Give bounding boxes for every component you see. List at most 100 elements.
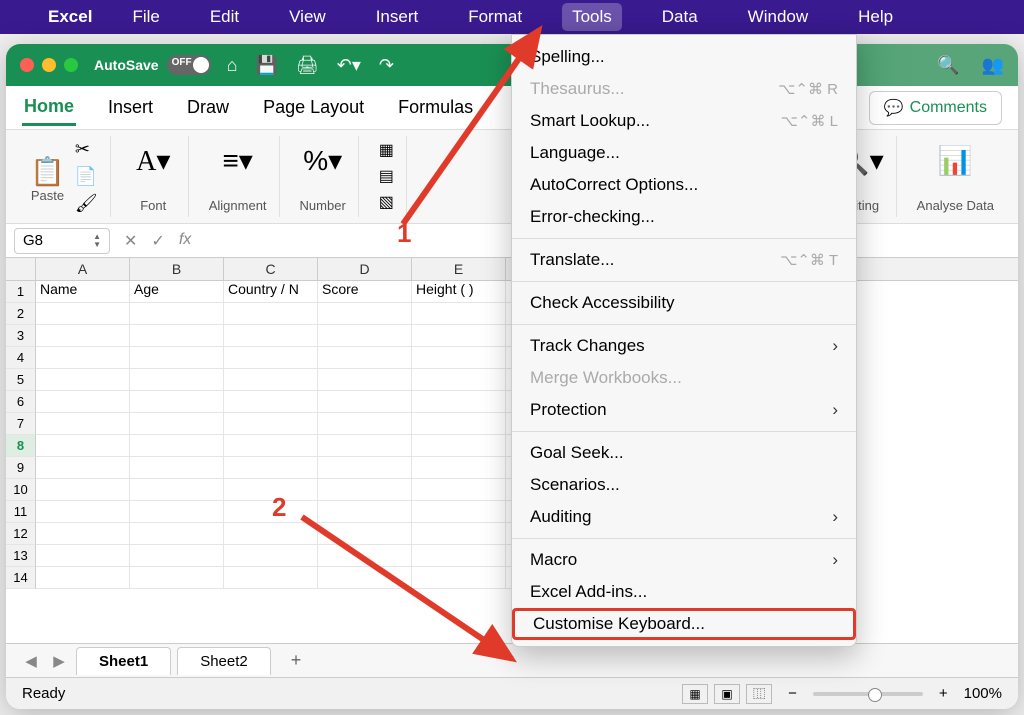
maximize-button[interactable]: [64, 58, 78, 72]
col-header-E[interactable]: E: [412, 258, 506, 280]
menu-item-scenarios[interactable]: Scenarios...: [512, 469, 856, 501]
view-break-icon[interactable]: ⿲: [746, 684, 772, 704]
enter-icon[interactable]: ✓: [151, 231, 164, 251]
conditional-formatting-icon[interactable]: ▦: [379, 140, 394, 160]
cell-D14[interactable]: [318, 567, 412, 589]
cell-A4[interactable]: [36, 347, 130, 369]
cell-D11[interactable]: [318, 501, 412, 523]
cell-B3[interactable]: [130, 325, 224, 347]
cell-E12[interactable]: [412, 523, 506, 545]
name-box[interactable]: G8 ▲▼: [14, 228, 110, 254]
minimize-button[interactable]: [42, 58, 56, 72]
row-header-4[interactable]: 4: [6, 347, 36, 369]
cell-A12[interactable]: [36, 523, 130, 545]
cell-A13[interactable]: [36, 545, 130, 567]
menu-item-excel-add-ins[interactable]: Excel Add-ins...: [512, 576, 856, 608]
cell-E1[interactable]: Height ( ): [412, 281, 506, 303]
analyse-icon[interactable]: 📊: [938, 144, 973, 177]
menu-item-error-checking[interactable]: Error-checking...: [512, 201, 856, 233]
menu-edit[interactable]: Edit: [200, 3, 249, 31]
cell-B4[interactable]: [130, 347, 224, 369]
cell-E8[interactable]: [412, 435, 506, 457]
tab-home[interactable]: Home: [22, 90, 76, 126]
row-header-14[interactable]: 14: [6, 567, 36, 589]
search-icon[interactable]: 🔍: [937, 55, 959, 76]
menu-item-track-changes[interactable]: Track Changes›: [512, 330, 856, 362]
menu-item-check-accessibility[interactable]: Check Accessibility: [512, 287, 856, 319]
menu-data[interactable]: Data: [652, 3, 708, 31]
cell-C3[interactable]: [224, 325, 318, 347]
autosave-switch[interactable]: OFF: [167, 55, 211, 75]
cell-C5[interactable]: [224, 369, 318, 391]
cell-A1[interactable]: Name: [36, 281, 130, 303]
menu-item-protection[interactable]: Protection›: [512, 394, 856, 426]
cell-D4[interactable]: [318, 347, 412, 369]
cell-C11[interactable]: [224, 501, 318, 523]
menu-window[interactable]: Window: [738, 3, 818, 31]
close-button[interactable]: [20, 58, 34, 72]
cell-D8[interactable]: [318, 435, 412, 457]
cell-C9[interactable]: [224, 457, 318, 479]
number-icon[interactable]: %▾: [303, 144, 342, 177]
cell-D6[interactable]: [318, 391, 412, 413]
sheet-prev-icon[interactable]: ◀: [20, 652, 42, 670]
cell-C12[interactable]: [224, 523, 318, 545]
row-header-7[interactable]: 7: [6, 413, 36, 435]
cell-B10[interactable]: [130, 479, 224, 501]
cell-A3[interactable]: [36, 325, 130, 347]
cell-C7[interactable]: [224, 413, 318, 435]
menu-item-macro[interactable]: Macro›: [512, 544, 856, 576]
menu-item-auditing[interactable]: Auditing›: [512, 501, 856, 533]
row-header-3[interactable]: 3: [6, 325, 36, 347]
cell-A9[interactable]: [36, 457, 130, 479]
cell-C6[interactable]: [224, 391, 318, 413]
tab-draw[interactable]: Draw: [185, 91, 231, 124]
save-icon[interactable]: 💾: [255, 55, 277, 76]
menu-insert[interactable]: Insert: [366, 3, 429, 31]
row-header-12[interactable]: 12: [6, 523, 36, 545]
cell-D5[interactable]: [318, 369, 412, 391]
cell-C1[interactable]: Country / N: [224, 281, 318, 303]
cell-A2[interactable]: [36, 303, 130, 325]
app-name[interactable]: Excel: [48, 7, 92, 27]
cell-E13[interactable]: [412, 545, 506, 567]
cell-E9[interactable]: [412, 457, 506, 479]
cell-C2[interactable]: [224, 303, 318, 325]
print-icon[interactable]: 🖨: [296, 55, 319, 76]
row-header-11[interactable]: 11: [6, 501, 36, 523]
cell-E3[interactable]: [412, 325, 506, 347]
redo-icon[interactable]: ↷: [379, 55, 394, 76]
cell-B6[interactable]: [130, 391, 224, 413]
view-normal-icon[interactable]: ▦: [682, 684, 708, 704]
cell-E4[interactable]: [412, 347, 506, 369]
row-header-5[interactable]: 5: [6, 369, 36, 391]
cell-C10[interactable]: [224, 479, 318, 501]
cell-A11[interactable]: [36, 501, 130, 523]
cell-D10[interactable]: [318, 479, 412, 501]
cell-B14[interactable]: [130, 567, 224, 589]
menu-item-language[interactable]: Language...: [512, 137, 856, 169]
cell-B1[interactable]: Age: [130, 281, 224, 303]
cell-B2[interactable]: [130, 303, 224, 325]
col-header-B[interactable]: B: [130, 258, 224, 280]
sheet-tab-sheet2[interactable]: Sheet2: [177, 647, 271, 675]
alignment-icon[interactable]: ≡▾: [222, 144, 252, 177]
cell-B11[interactable]: [130, 501, 224, 523]
undo-icon[interactable]: ↶▾: [337, 55, 361, 76]
col-header-C[interactable]: C: [224, 258, 318, 280]
menu-item-autocorrect-options[interactable]: AutoCorrect Options...: [512, 169, 856, 201]
cell-D1[interactable]: Score: [318, 281, 412, 303]
view-page-icon[interactable]: ▣: [714, 684, 740, 704]
cell-C13[interactable]: [224, 545, 318, 567]
cell-C4[interactable]: [224, 347, 318, 369]
copy-icon[interactable]: 📄: [75, 166, 98, 187]
cell-D7[interactable]: [318, 413, 412, 435]
cancel-icon[interactable]: ✕: [124, 231, 137, 251]
cell-B7[interactable]: [130, 413, 224, 435]
menu-item-customise-keyboard[interactable]: Customise Keyboard...: [512, 608, 856, 640]
cell-E5[interactable]: [412, 369, 506, 391]
select-all-corner[interactable]: [6, 258, 36, 280]
cell-C14[interactable]: [224, 567, 318, 589]
cell-E2[interactable]: [412, 303, 506, 325]
menu-item-translate[interactable]: Translate...⌥⌃⌘ T: [512, 244, 856, 276]
